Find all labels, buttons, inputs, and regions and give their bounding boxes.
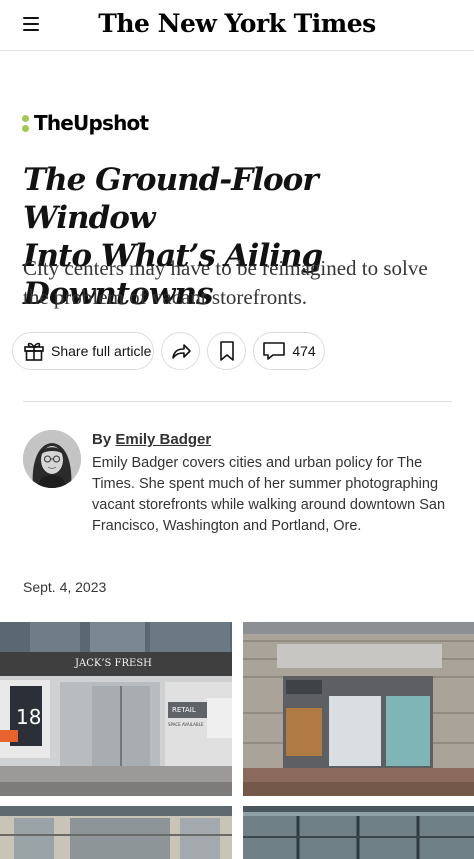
photo-stone-storefront[interactable] (243, 622, 474, 796)
publish-date: Sept. 4, 2023 (23, 579, 107, 595)
comments-count: 474 (292, 343, 316, 359)
save-article-button[interactable] (207, 332, 246, 370)
headline-line-1: The Ground-Floor Window (23, 162, 319, 236)
comment-icon (263, 342, 286, 360)
article-summary: City centers may have to be reimagined t… (23, 256, 428, 309)
comments-button[interactable]: 474 (253, 332, 325, 370)
author-name-link[interactable]: Emily Badger (115, 431, 211, 448)
share-arrow-icon (171, 344, 191, 359)
nyt-logo[interactable]: The New York Times (0, 9, 474, 38)
share-button[interactable] (161, 332, 200, 370)
share-full-article-button[interactable]: Share full article (12, 332, 154, 370)
author-bio: Emily Badger covers cities and urban pol… (92, 455, 446, 534)
top-bar: The New York Times (0, 0, 474, 51)
section-label[interactable]: TheUpshot (22, 111, 149, 135)
space-available-sign: SPACE AVAILABLE (168, 722, 204, 727)
photo-bottom-right[interactable] (243, 806, 474, 859)
gift-icon (24, 342, 44, 361)
author-avatar[interactable] (23, 430, 81, 488)
photo-jacks-fresh[interactable]: JACK’S FRESH 18 RETAIL SPACE AVAILABLE (0, 622, 232, 796)
share-button-label: Share full article (51, 343, 152, 359)
byline-prefix: By (92, 431, 112, 448)
byline: By Emily Badger (92, 431, 211, 448)
upshot-dots-icon (22, 114, 29, 132)
jacks-fresh-sign: JACK’S FRESH (74, 658, 152, 669)
bookmark-icon (219, 341, 234, 361)
photo-bottom-left[interactable] (0, 806, 232, 859)
building-number-sign: 18 (16, 705, 41, 729)
section-label-text: TheUpshot (34, 111, 149, 135)
retail-sign: RETAIL (172, 706, 196, 714)
divider (23, 401, 452, 402)
